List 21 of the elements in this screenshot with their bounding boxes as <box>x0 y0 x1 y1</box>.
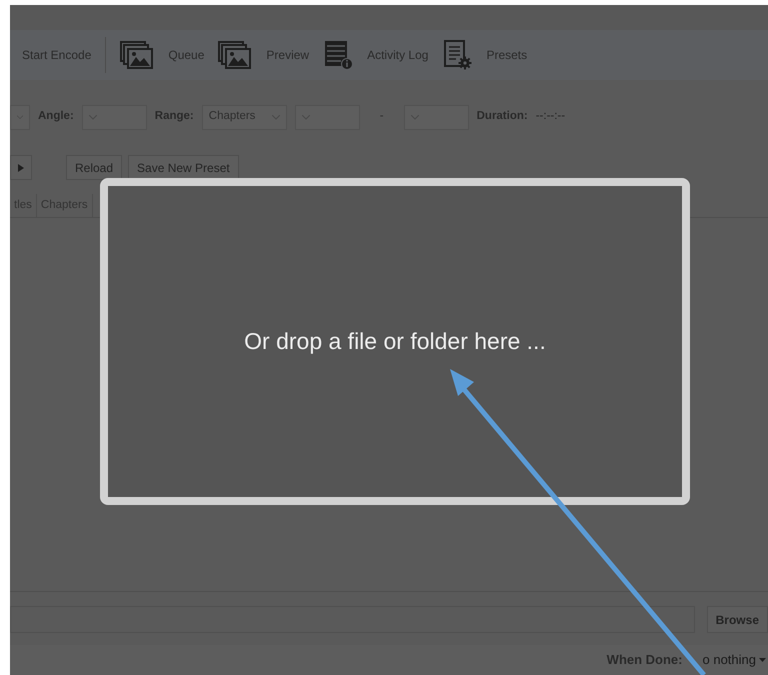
toolbar-button[interactable]: Presets <box>486 46 528 64</box>
images-icon <box>120 41 154 69</box>
browse-button[interactable]: Browse <box>706 606 768 633</box>
toolbar-button[interactable]: Preview <box>266 46 310 64</box>
images-icon <box>218 41 252 69</box>
destination-field[interactable] <box>10 606 695 633</box>
document-info-icon <box>323 40 354 70</box>
toolbar-button[interactable]: Queue <box>168 46 204 64</box>
play-button[interactable] <box>10 155 32 180</box>
duration-value: --:--:-- <box>536 109 566 124</box>
drop-zone-text: Or drop a file or folder here ... <box>244 327 546 356</box>
preset-button[interactable]: Save New Preset <box>128 155 239 180</box>
preset-button[interactable]: Reload <box>66 155 122 180</box>
caret-icon <box>759 658 766 662</box>
gear-document-icon <box>442 40 472 70</box>
range-separator: - <box>378 109 385 124</box>
play-icon <box>18 164 24 172</box>
dropdown[interactable] <box>10 104 30 130</box>
toolbar-button[interactable]: Activity Log <box>367 46 428 64</box>
when-done-dropdown[interactable]: o nothing <box>702 650 766 670</box>
toolbar-button[interactable]: Start Encode <box>22 46 92 64</box>
